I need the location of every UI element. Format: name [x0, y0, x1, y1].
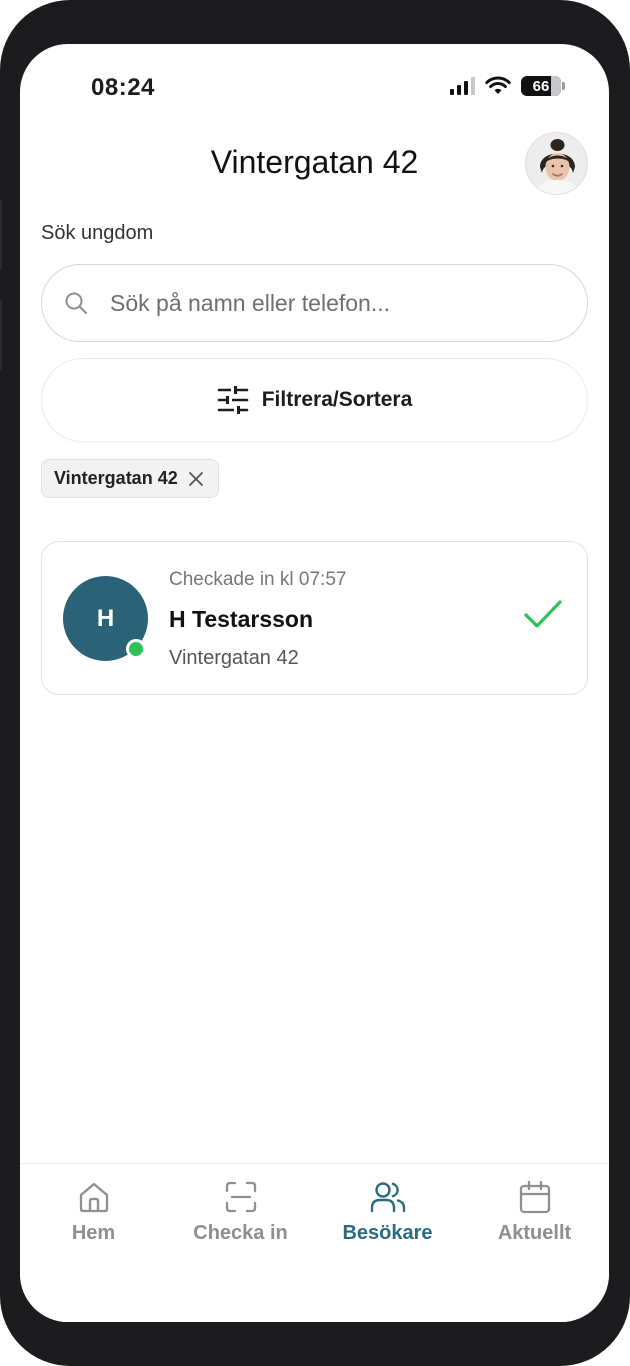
checkmark-icon	[524, 600, 562, 628]
tab-label: Checka in	[193, 1222, 288, 1244]
profile-avatar[interactable]	[525, 132, 588, 195]
filter-chip: Vintergatan 42	[41, 459, 219, 498]
profile-photo	[526, 133, 587, 194]
checkin-time: Checkade in kl 07:57	[169, 569, 347, 590]
volume-down-button	[0, 300, 2, 370]
visitor-card[interactable]: H Checkade in kl 07:57 H Testarsson Vint…	[41, 541, 588, 695]
volume-up-button	[0, 200, 2, 270]
filter-sort-button[interactable]: Filtrera/Sortera	[41, 358, 588, 442]
tab-bar: Hem Checka in Besökare Aktuellt	[20, 1163, 609, 1322]
calendar-icon	[519, 1180, 550, 1214]
filter-chip-label: Vintergatan 42	[54, 468, 178, 488]
tab-label: Besökare	[342, 1222, 433, 1244]
visitor-name: H Testarsson	[169, 606, 314, 632]
users-icon	[370, 1182, 405, 1213]
tab-checka-in[interactable]: Checka in	[167, 1180, 314, 1245]
scan-icon	[225, 1181, 256, 1213]
online-status-dot	[126, 639, 146, 659]
home-icon	[79, 1182, 108, 1213]
visitor-location: Vintergatan 42	[169, 647, 299, 669]
tab-hem[interactable]: Hem	[20, 1180, 167, 1245]
close-icon[interactable]	[188, 471, 204, 487]
search-label: Sök ungdom	[41, 222, 154, 244]
tab-aktuellt[interactable]: Aktuellt	[461, 1180, 608, 1245]
battery-level: 66	[532, 77, 550, 95]
device-frame: 08:24 66 Vintergatan 42 Sök ungdom Sök p…	[0, 0, 630, 1366]
sliders-icon	[217, 386, 249, 414]
wifi-icon	[485, 76, 511, 94]
search-field[interactable]	[41, 264, 588, 342]
signal-icon	[450, 77, 475, 95]
tab-label: Aktuellt	[497, 1222, 572, 1244]
page-title: Vintergatan 42	[210, 144, 419, 180]
status-icons: 66	[450, 76, 565, 96]
filter-sort-label: Filtrera/Sortera	[261, 388, 413, 411]
battery-icon: 66	[521, 76, 565, 96]
app-screen: 08:24 66 Vintergatan 42 Sök ungdom Sök p…	[20, 44, 609, 1322]
tab-label: Hem	[71, 1222, 116, 1244]
search-input[interactable]	[110, 289, 530, 317]
tab-besokare[interactable]: Besökare	[314, 1180, 461, 1245]
search-icon	[65, 292, 87, 314]
status-time: 08:24	[91, 74, 155, 101]
